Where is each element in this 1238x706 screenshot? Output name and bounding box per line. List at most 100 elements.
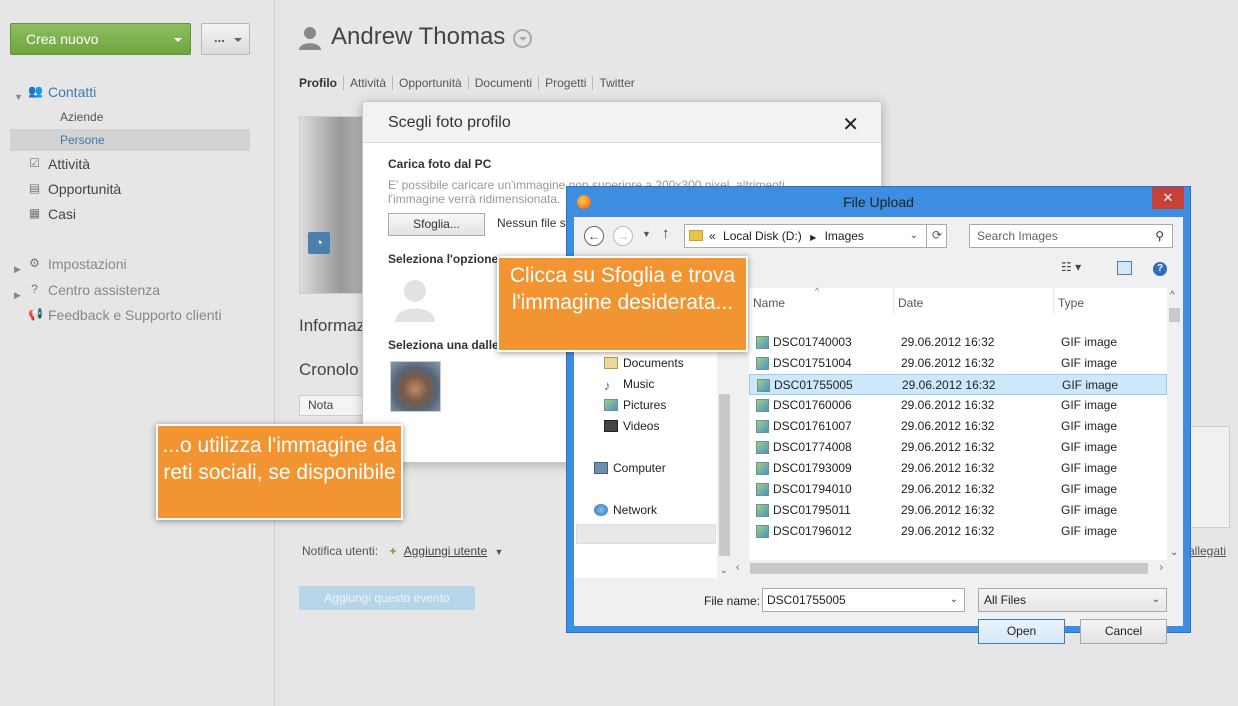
- create-new-button[interactable]: Crea nuovo: [10, 23, 191, 55]
- social-avatar[interactable]: [390, 361, 441, 412]
- dialog-title: Scegli foto profilo: [388, 114, 511, 131]
- close-icon[interactable]: ✕: [1152, 187, 1184, 209]
- file-row[interactable]: DSC01796012 29.06.2012 16:32 GIF image: [749, 521, 1167, 542]
- no-file-text: Nessun file s: [497, 216, 566, 230]
- add-user-link[interactable]: Aggiungi utente: [404, 544, 487, 558]
- sidebar-item-cases[interactable]: ▦ Casi: [10, 203, 250, 225]
- file-row[interactable]: DSC01760006 29.06.2012 16:32 GIF image: [749, 395, 1167, 416]
- tree-item-network[interactable]: Network: [594, 503, 657, 517]
- filename-input[interactable]: DSC01755005 ⌄: [762, 588, 965, 612]
- social-feed-icon[interactable]: ◔: [308, 232, 330, 254]
- more-button[interactable]: ...: [201, 23, 250, 55]
- tree-item-pictures[interactable]: Pictures: [604, 398, 666, 412]
- add-user-icon[interactable]: +: [389, 544, 396, 558]
- expand-triangle-icon[interactable]: ▶: [14, 284, 21, 306]
- search-input[interactable]: Search Images ⚲: [969, 224, 1173, 248]
- computer-icon: [594, 462, 608, 474]
- file-list-scrollbar[interactable]: ^ ⌄: [1167, 288, 1183, 560]
- sidebar-item-label: Feedback e Supporto clienti: [48, 307, 222, 323]
- sort-ascending-icon: ^: [815, 286, 820, 296]
- tab-documents[interactable]: Documenti: [468, 76, 540, 90]
- column-header-type[interactable]: Type: [1054, 288, 1167, 314]
- tree-item-videos[interactable]: Videos: [604, 419, 659, 433]
- refresh-icon[interactable]: ⟳: [926, 224, 947, 248]
- expand-triangle-icon[interactable]: ▶: [14, 258, 21, 280]
- sidebar-item-label: Centro assistenza: [48, 282, 161, 298]
- scrollbar-thumb[interactable]: [719, 394, 730, 556]
- chevron-down-icon[interactable]: ⌄: [910, 225, 918, 247]
- sidebar-item-opportunities[interactable]: ▤ Opportunità: [10, 178, 250, 200]
- music-icon: ♪: [604, 378, 611, 393]
- chevron-right-icon[interactable]: ›: [1160, 562, 1163, 573]
- tab-opportunities[interactable]: Opportunità: [393, 76, 469, 90]
- file-row-selected[interactable]: DSC01755005 29.06.2012 16:32 GIF image: [749, 374, 1167, 395]
- file-row[interactable]: DSC01751004 29.06.2012 16:32 GIF image: [749, 353, 1167, 374]
- tab-twitter[interactable]: Twitter: [593, 76, 640, 90]
- chevron-down-icon[interactable]: ⌄: [1152, 589, 1160, 611]
- sidebar-item-label: Attività: [48, 156, 91, 172]
- expand-triangle-icon[interactable]: ▼: [14, 86, 23, 108]
- up-arrow-icon[interactable]: ↑: [662, 225, 670, 242]
- address-chevron: «: [709, 229, 716, 243]
- tree-item-computer[interactable]: Computer: [594, 461, 666, 475]
- add-event-button[interactable]: Aggiungi questo evento: [299, 586, 475, 610]
- options-dropdown-icon[interactable]: [513, 29, 532, 48]
- gif-file-icon: [756, 483, 769, 496]
- tab-activities[interactable]: Attività: [344, 76, 394, 90]
- sidebar-item-people[interactable]: Persone: [10, 129, 250, 151]
- forward-icon[interactable]: →: [613, 226, 633, 246]
- sidebar-item-help-center[interactable]: ▶ ? Centro assistenza: [10, 279, 250, 301]
- sidebar-item-activities[interactable]: ☑ Attività: [10, 153, 250, 175]
- cancel-button[interactable]: Cancel: [1080, 619, 1167, 644]
- open-button[interactable]: Open: [978, 619, 1065, 644]
- filetype-select[interactable]: All Files ⌄: [978, 588, 1167, 612]
- file-row[interactable]: DSC01761007 29.06.2012 16:32 GIF image: [749, 416, 1167, 437]
- browse-hint-callout: Clicca su Sfoglia e trova l'immagine des…: [497, 256, 748, 352]
- close-icon[interactable]: ✕: [842, 112, 859, 137]
- address-drive[interactable]: Local Disk (D:): [723, 229, 802, 243]
- chevron-left-icon[interactable]: ‹: [736, 562, 739, 573]
- tab-projects[interactable]: Progetti: [539, 76, 594, 90]
- pictures-icon: [604, 399, 618, 411]
- address-bar[interactable]: « Local Disk (D:) ▶ Images ⌄: [684, 224, 947, 248]
- browse-button[interactable]: Sfoglia...: [388, 213, 485, 236]
- column-header-name[interactable]: Name: [749, 288, 894, 314]
- search-icon[interactable]: ⚲: [1155, 225, 1164, 247]
- horizontal-scrollbar[interactable]: ‹ ›: [732, 560, 1167, 578]
- view-options-icon[interactable]: ☷ ▾: [1061, 260, 1081, 274]
- sidebar-item-contacts[interactable]: ▼ 👥 Contatti: [10, 81, 250, 103]
- recent-locations-icon[interactable]: ▼: [642, 229, 651, 239]
- file-row[interactable]: DSC01794010 29.06.2012 16:32 GIF image: [749, 479, 1167, 500]
- address-folder[interactable]: Images: [825, 229, 864, 243]
- preview-pane-icon[interactable]: [1117, 261, 1132, 275]
- briefcase-icon: ▤: [28, 181, 41, 195]
- column-header-date[interactable]: Date: [894, 288, 1054, 314]
- sidebar-item-settings[interactable]: ▶ ⚙ Impostazioni: [10, 253, 250, 275]
- gif-file-icon: [756, 399, 769, 412]
- gear-icon: ⚙: [29, 256, 40, 270]
- chevron-down-icon[interactable]: ⌄: [950, 589, 958, 611]
- sidebar-item-companies[interactable]: Aziende: [10, 106, 250, 128]
- file-row[interactable]: DSC01740003 29.06.2012 16:32 GIF image: [749, 332, 1167, 353]
- attachments-link[interactable]: allegati: [1188, 544, 1226, 558]
- chevron-down-icon[interactable]: ▼: [495, 547, 504, 557]
- profile-photo[interactable]: [299, 116, 369, 294]
- tree-item-documents[interactable]: Documents: [604, 356, 684, 370]
- file-row[interactable]: DSC01795011 29.06.2012 16:32 GIF image: [749, 500, 1167, 521]
- back-icon[interactable]: ←: [584, 226, 604, 246]
- chevron-down-icon[interactable]: ⌄: [1170, 547, 1178, 558]
- scrollbar-thumb[interactable]: [1169, 308, 1180, 322]
- scrollbar-thumb[interactable]: [750, 563, 1148, 574]
- chevron-up-icon[interactable]: ^: [1170, 290, 1175, 301]
- default-avatar-icon[interactable]: [395, 278, 435, 322]
- tab-note[interactable]: Nota: [299, 395, 369, 416]
- file-row[interactable]: DSC01793009 29.06.2012 16:32 GIF image: [749, 458, 1167, 479]
- tab-profile[interactable]: Profilo: [299, 76, 344, 90]
- sidebar-item-feedback[interactable]: 📢 Feedback e Supporto clienti: [10, 304, 250, 326]
- help-icon[interactable]: ?: [1153, 262, 1167, 276]
- tree-item-music[interactable]: ♪ Music: [604, 377, 654, 392]
- chevron-down-icon[interactable]: ⌄: [720, 565, 728, 576]
- select-option-label: Seleziona l'opzione: [388, 252, 499, 266]
- file-row[interactable]: DSC01774008 29.06.2012 16:32 GIF image: [749, 437, 1167, 458]
- breadcrumb-arrow-icon: ▶: [810, 233, 817, 242]
